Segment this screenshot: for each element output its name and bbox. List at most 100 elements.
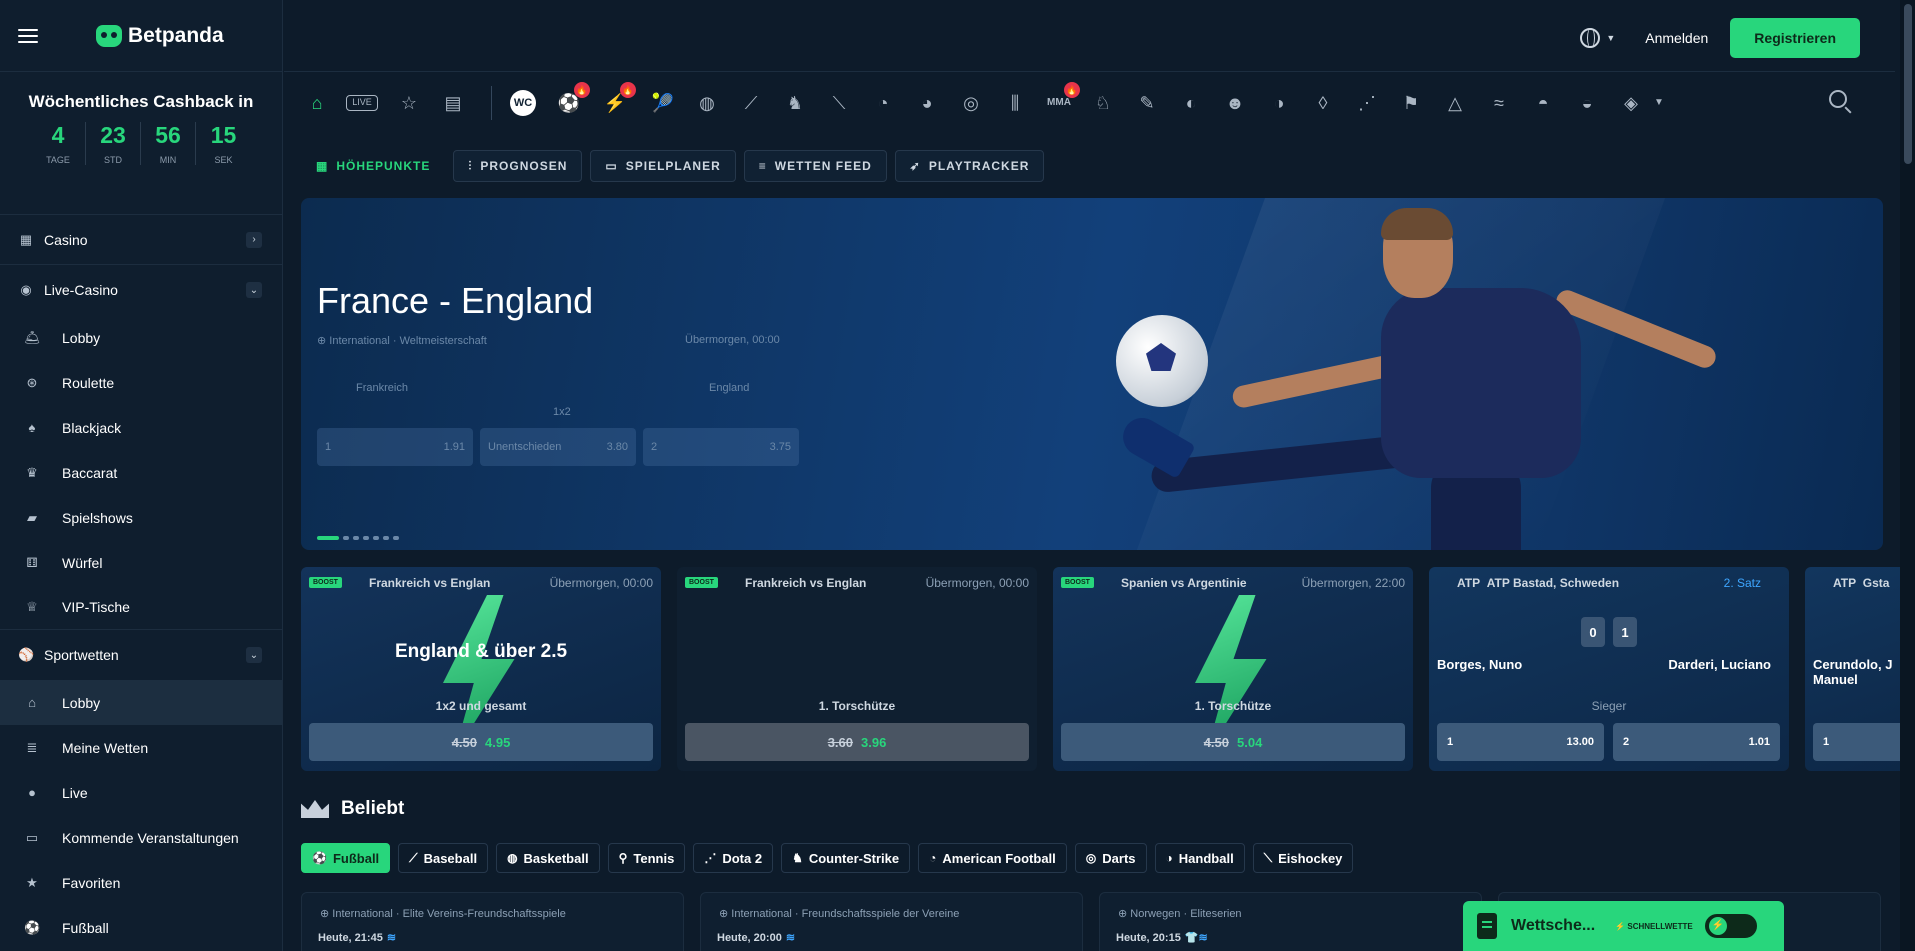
boost-odd-button[interactable]: 4.50 5.04 (1061, 723, 1405, 761)
chat-icon[interactable]: ◔ (870, 90, 896, 116)
league-icon[interactable]: ⫼ (1002, 90, 1028, 116)
hero-odd-2[interactable]: 2 3.75 (643, 428, 799, 466)
tennis-card-partial[interactable]: ATP Gsta Cerundolo, J Manuel 1 (1805, 567, 1915, 771)
pill-american-football[interactable]: ◔ American Football (918, 843, 1067, 873)
virtual-tennis-icon[interactable]: ◒ (1574, 90, 1600, 116)
boost-card[interactable]: BOOST Spanien vs Argentinie Übermorgen, … (1053, 567, 1413, 771)
sidebar-section-sportwetten[interactable]: ⚾ Sportwetten ⌄ (0, 630, 282, 680)
volta-icon[interactable]: ◓ (1530, 90, 1556, 116)
globe-icon[interactable] (1580, 28, 1601, 48)
scrollbar[interactable] (1900, 0, 1915, 951)
tab-prognosen[interactable]: ⫶ PROGNOSEN (453, 150, 583, 182)
carousel-dot[interactable] (383, 536, 389, 540)
sidebar-item-vip-tische[interactable]: ♕ VIP-Tische (0, 585, 282, 630)
pill-eishockey[interactable]: ⟍ Eishockey (1252, 843, 1354, 873)
sidebar-item-lobby[interactable]: 🛎 Lobby (0, 315, 282, 360)
handball-icon[interactable]: ◑ (1266, 90, 1292, 116)
live-icon[interactable]: LIVE (346, 95, 378, 111)
basketball-icon[interactable]: ◍ (694, 90, 720, 116)
pill-dota2[interactable]: ⋰ Dota 2 (693, 843, 774, 873)
chevron-down-icon[interactable]: ⌄ (246, 647, 262, 663)
boost-odd-button[interactable]: 4.50 4.95 (309, 723, 653, 761)
chevron-down-icon[interactable]: ▼ (1606, 33, 1615, 43)
tab-hoehepunkte[interactable]: ▦ HÖHEPUNKTE (301, 150, 445, 182)
boost-odd-button[interactable]: 3.60 3.96 (685, 723, 1029, 761)
boost-card[interactable]: BOOST Frankreich vs Englan Übermorgen, 0… (301, 567, 661, 771)
odd-button-1[interactable]: 1 (1813, 723, 1913, 761)
sidebar-item-spielshows[interactable]: ▰ Spielshows (0, 495, 282, 540)
carousel-dot[interactable] (363, 536, 369, 540)
sidebar-item-baccarat[interactable]: ♛ Baccarat (0, 450, 282, 495)
odd-button-1[interactable]: 1 13.00 (1437, 723, 1604, 761)
tennis-card[interactable]: ATP ATP Bastad, Schweden 2. Satz 0 1 Bor… (1429, 567, 1789, 771)
mma-icon[interactable]: MMA 🔥 (1046, 82, 1080, 116)
hero-odd-draw[interactable]: Unentschieden 3.80 (480, 428, 636, 466)
hero-banner[interactable]: France - England ⊕ International · Weltm… (301, 198, 1883, 550)
virtual-football-icon[interactable]: ◐ (1178, 90, 1204, 116)
match-card[interactable]: ⊕ Norwegen · Eliteserien Heute, 20:15 👕≋ (1099, 892, 1482, 951)
hockey-stick-icon[interactable]: ⟍ (826, 90, 852, 116)
table-tennis-icon[interactable]: ◊ (1310, 90, 1336, 116)
pill-baseball[interactable]: ⟋ Baseball (398, 843, 489, 873)
sidebar-item-sport-lobby[interactable]: ⌂ Lobby (0, 680, 282, 725)
hero-odd-1[interactable]: 1 1.91 (317, 428, 473, 466)
tab-wetten-feed[interactable]: ≡ WETTEN FEED (743, 150, 887, 182)
betslip-bar[interactable]: Wettsche... ⚡ SCHNELLWETTE (1463, 901, 1784, 951)
badminton-icon[interactable]: ✎ (1134, 90, 1160, 116)
star-icon[interactable]: ☆ (396, 90, 422, 116)
sidebar-item-fussball[interactable]: ⚽ Fußball (0, 905, 282, 950)
sidebar-item-wuerfel[interactable]: ⚅ Würfel (0, 540, 282, 585)
carousel-dot[interactable] (373, 536, 379, 540)
chevron-down-icon[interactable]: ⌄ (246, 282, 262, 298)
sidebar-item-live[interactable]: ● Live (0, 770, 282, 815)
carousel-dot[interactable] (393, 536, 399, 540)
home-icon[interactable]: ⌂ (304, 90, 330, 116)
search-icon[interactable] (1829, 90, 1847, 108)
valorant-icon[interactable]: ⋰ (1354, 90, 1380, 116)
sidebar-item-roulette[interactable]: ⊛ Roulette (0, 360, 282, 405)
carousel-dot[interactable] (343, 536, 349, 540)
tab-playtracker[interactable]: ➶ PLAYTRACKER (894, 150, 1045, 182)
cashback-countdown[interactable]: Wöchentliches Cashback in 4 TAGE 23 STD 56… (0, 72, 282, 215)
pill-basketball[interactable]: ◍ Basketball (496, 843, 600, 873)
horse-racing-icon[interactable]: ♘ (1090, 90, 1116, 116)
pill-tennis[interactable]: ⚲ Tennis (607, 843, 686, 873)
match-card[interactable]: ⊕ International · Elite Vereins-Freundsc… (301, 892, 684, 951)
lightning-icon[interactable]: ⚡ 🔥 (602, 82, 636, 116)
menu-icon[interactable] (18, 28, 38, 43)
match-card[interactable]: ⊕ International · Freundschaftsspiele de… (700, 892, 1083, 951)
odd-button-2[interactable]: 2 1.01 (1613, 723, 1780, 761)
tennis-icon[interactable]: 🎾 (650, 90, 676, 116)
pill-fussball[interactable]: ⚽ Fußball (301, 843, 391, 873)
sidebar-section-casino[interactable]: ▦ Casino › (0, 215, 282, 265)
world-cup-icon[interactable]: WC (510, 90, 536, 116)
sidebar-item-meine-wetten[interactable]: ≣ Meine Wetten (0, 725, 282, 770)
racing-flag-icon[interactable]: ⚑ (1398, 90, 1424, 116)
logo[interactable]: Betpanda (96, 24, 224, 48)
virtual-basketball-icon[interactable]: ◈ (1618, 90, 1644, 116)
sidebar-item-favoriten[interactable]: ★ Favoriten (0, 860, 282, 905)
billiards-icon[interactable]: △ (1442, 90, 1468, 116)
counter-strike-icon[interactable]: ♞ (782, 90, 808, 116)
sidebar-section-live-casino[interactable]: ◉ Live-Casino ⌄ (0, 265, 282, 315)
sidebar-item-blackjack[interactable]: ♠ Blackjack (0, 405, 282, 450)
betslip-icon[interactable]: ▤ (440, 90, 466, 116)
scrollbar-thumb[interactable] (1904, 4, 1912, 164)
pill-handball[interactable]: ◑ Handball (1154, 843, 1245, 873)
carousel-dot[interactable] (317, 536, 339, 540)
login-button[interactable]: Anmelden (1645, 30, 1708, 46)
register-button[interactable]: Registrieren (1730, 18, 1860, 58)
sidebar-item-kommende[interactable]: ▭ Kommende Veranstaltungen (0, 815, 282, 860)
chevron-right-icon[interactable]: › (246, 231, 262, 248)
originals-icon[interactable]: ☻ (1222, 90, 1248, 116)
chevron-down-icon[interactable]: ▼ (1646, 90, 1672, 116)
dota-icon[interactable]: ⟋ (738, 90, 764, 116)
pill-counter-strike[interactable]: ♞ Counter-Strike (781, 843, 911, 873)
carousel-dot[interactable] (353, 536, 359, 540)
pill-darts[interactable]: ◎ Darts (1074, 843, 1147, 873)
tab-spielplaner[interactable]: ▭ SPIELPLANER (590, 150, 736, 182)
virtual-sport-icon[interactable]: ◕ (914, 90, 940, 116)
quick-bet-toggle[interactable] (1704, 914, 1757, 938)
volleyball-icon[interactable]: ◎ (958, 90, 984, 116)
swimming-icon[interactable]: ≈ (1486, 90, 1512, 116)
